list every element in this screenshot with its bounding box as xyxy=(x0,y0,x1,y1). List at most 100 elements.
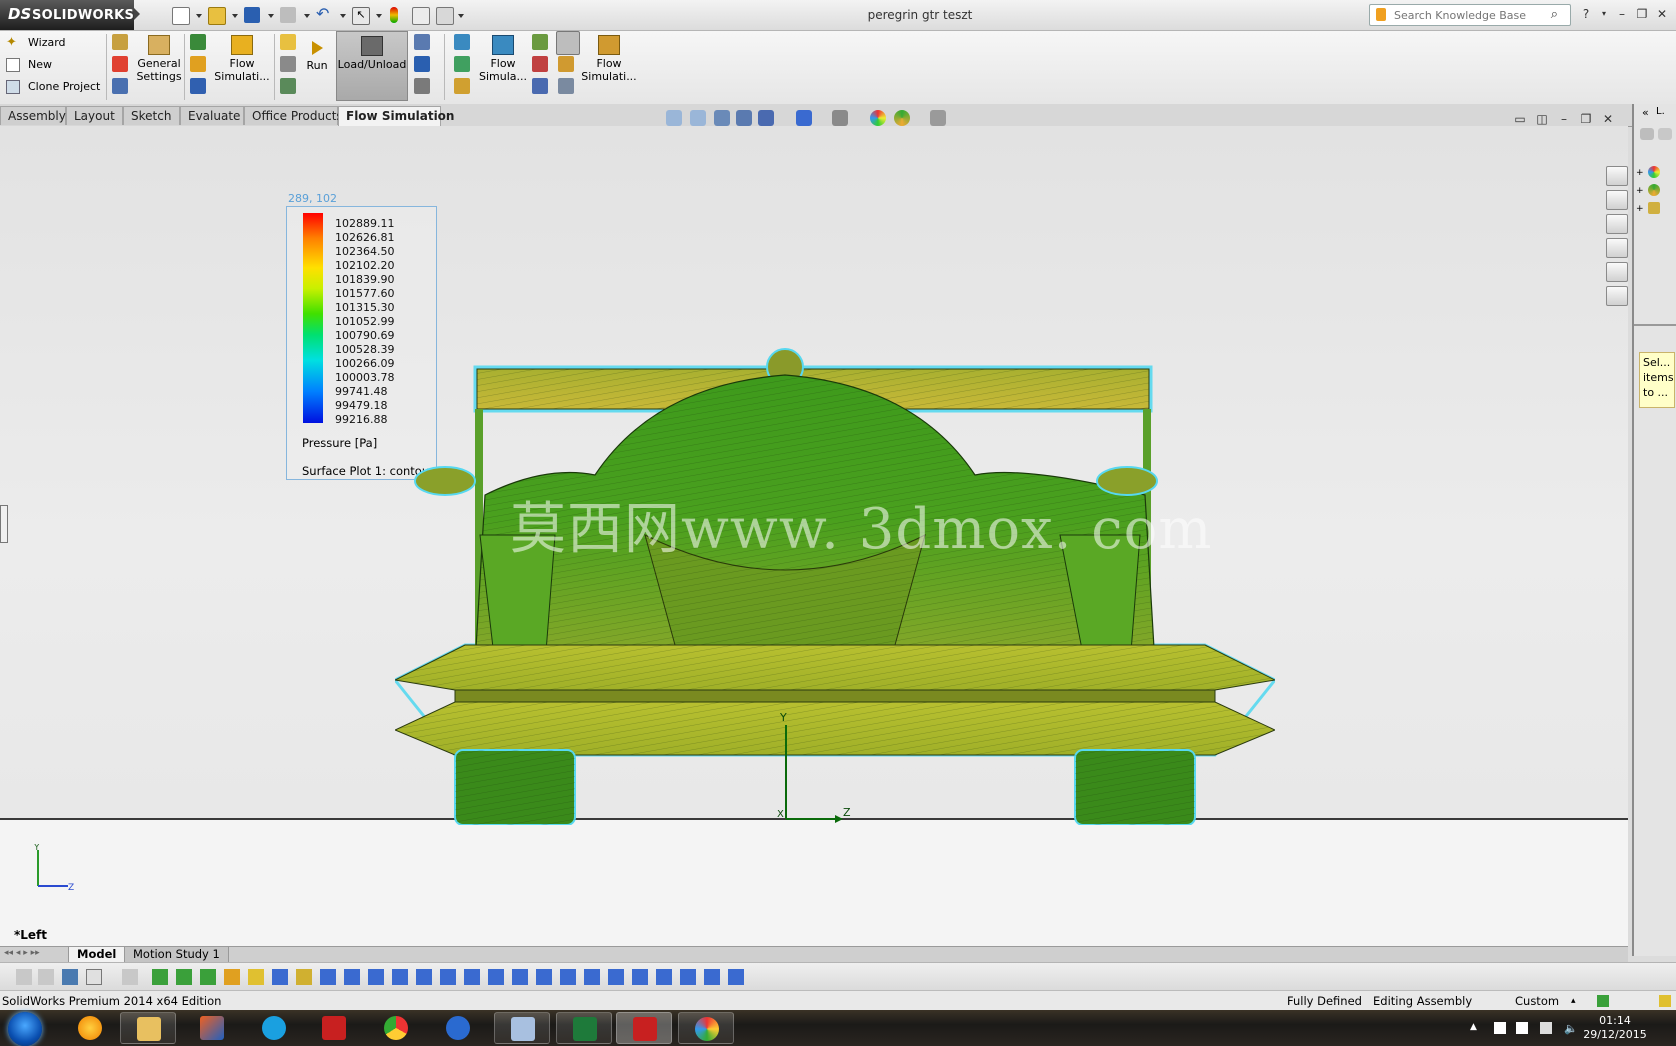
search-input[interactable] xyxy=(1392,7,1546,24)
open-dropdown-icon[interactable] xyxy=(232,14,238,18)
units-icon[interactable] xyxy=(112,56,128,72)
pane-refresh-icon[interactable] xyxy=(1640,128,1654,140)
filter-midpoints-icon[interactable] xyxy=(656,969,672,985)
filter-planes-icon[interactable] xyxy=(296,969,312,985)
appearance-icon[interactable] xyxy=(870,110,886,126)
clone-project-button[interactable]: Clone Project xyxy=(6,77,106,97)
filter-vertices-icon[interactable] xyxy=(152,969,168,985)
custom-properties-icon[interactable] xyxy=(1606,286,1628,306)
knowledge-base-search[interactable]: ⌕ xyxy=(1369,4,1571,26)
results-options-icon[interactable] xyxy=(414,78,430,94)
pane-folder-icon[interactable] xyxy=(1658,128,1672,140)
tab-motion-study[interactable]: Motion Study 1 xyxy=(124,947,229,963)
flow-simulation-results-button[interactable]: Flow Simula... xyxy=(476,31,530,83)
taskbar-app-thunderbird[interactable] xyxy=(430,1012,486,1044)
previous-view-icon[interactable] xyxy=(714,110,730,126)
particle-study-icon[interactable] xyxy=(532,56,548,72)
rebuild-traffic-light-icon[interactable] xyxy=(390,7,398,23)
tray-volume-icon[interactable]: 🔈 xyxy=(1564,1022,1578,1035)
load-unload-button[interactable]: Load/Unload xyxy=(336,31,408,101)
new-dropdown-icon[interactable] xyxy=(196,14,202,18)
doc-minimize-icon[interactable]: – xyxy=(1556,112,1572,126)
select-other-icon[interactable] xyxy=(122,969,138,985)
options-icon[interactable] xyxy=(436,7,454,25)
filter-hole-icon[interactable] xyxy=(608,969,624,985)
new-document-icon[interactable] xyxy=(172,7,190,25)
filter-datums-icon[interactable] xyxy=(440,969,456,985)
taskbar-app-solidworks-active[interactable] xyxy=(616,1012,672,1044)
filter-cosmetic-icon[interactable] xyxy=(536,969,552,985)
view-orientation-icon[interactable] xyxy=(796,110,812,126)
file-explorer-icon[interactable] xyxy=(1606,214,1628,234)
zoom-to-fit-icon[interactable] xyxy=(666,110,682,126)
scene-icon[interactable] xyxy=(894,110,910,126)
fluid-subdomain-icon[interactable] xyxy=(190,78,206,94)
home-icon[interactable] xyxy=(1606,166,1628,186)
filter-axes-icon[interactable] xyxy=(272,969,288,985)
taskbar-app-paint[interactable] xyxy=(678,1012,734,1044)
batch-run-icon[interactable] xyxy=(280,56,296,72)
doc-close-icon[interactable]: ✕ xyxy=(1600,112,1616,126)
viewport-single-icon[interactable]: ▭ xyxy=(1512,112,1528,126)
taskbar-app-chrome[interactable] xyxy=(368,1012,424,1044)
save-icon[interactable] xyxy=(244,7,260,23)
general-settings-small-icon[interactable] xyxy=(112,34,128,50)
open-folder-icon[interactable] xyxy=(208,7,226,25)
tab-assembly[interactable]: Assembly xyxy=(0,106,66,125)
filter-edges-icon[interactable] xyxy=(176,969,192,985)
menu-expand-icon[interactable] xyxy=(134,8,140,20)
solidworks-logo[interactable]: DS SOLIDWORKS xyxy=(0,0,134,30)
filter-balloons-icon[interactable] xyxy=(416,969,432,985)
filter-centers-icon[interactable] xyxy=(680,969,696,985)
decal-node-icon[interactable] xyxy=(1648,202,1660,214)
view-settings-icon[interactable] xyxy=(930,110,946,126)
minimize-window-icon[interactable]: – xyxy=(1614,7,1630,21)
run-button[interactable]: Run xyxy=(300,31,334,72)
taskbar-app-calculator[interactable] xyxy=(494,1012,550,1044)
goals-icon[interactable] xyxy=(112,78,128,94)
cut-plot-icon[interactable] xyxy=(454,34,470,50)
filter-blocks-icon[interactable] xyxy=(512,969,528,985)
select-tool-icon[interactable] xyxy=(86,969,102,985)
surface-plot-icon[interactable] xyxy=(454,56,470,72)
tab-layout[interactable]: Layout xyxy=(66,106,123,125)
filter-connection-icon[interactable] xyxy=(584,969,600,985)
xy-plot-icon[interactable] xyxy=(532,34,548,50)
new-project-button[interactable]: New xyxy=(6,55,106,75)
view-palette-icon[interactable] xyxy=(1606,238,1628,258)
appearances-icon[interactable] xyxy=(1606,262,1628,282)
section-view-icon[interactable] xyxy=(736,110,752,126)
report-icon[interactable] xyxy=(532,78,548,94)
expand-icon[interactable]: + xyxy=(1636,204,1644,214)
taskbar-app-weather[interactable] xyxy=(62,1012,118,1044)
filter-surfaces-icon[interactable] xyxy=(224,969,240,985)
results-picture-icon[interactable] xyxy=(414,34,430,50)
monitor-icon[interactable] xyxy=(280,78,296,94)
restore-window-icon[interactable]: ❐ xyxy=(1634,7,1650,21)
create-mesh-icon[interactable] xyxy=(280,34,296,50)
filter-mates-icon[interactable] xyxy=(704,969,720,985)
tab-model[interactable]: Model xyxy=(68,947,126,963)
zoom-to-area-icon[interactable] xyxy=(690,110,706,126)
filter-routing-icon[interactable] xyxy=(560,969,576,985)
filter-notes-icon[interactable] xyxy=(392,969,408,985)
filter-points-icon[interactable] xyxy=(320,969,336,985)
help-icon[interactable]: ? xyxy=(1578,7,1594,21)
taskbar-clock[interactable]: 01:14 29/12/2015 xyxy=(1580,1014,1650,1042)
car-model-surface-plot[interactable]: Y Z X xyxy=(395,345,1275,825)
windows-start-icon[interactable] xyxy=(8,1012,42,1046)
filter-toggle-icon[interactable] xyxy=(62,969,78,985)
doc-restore-icon[interactable]: ❐ xyxy=(1578,112,1594,126)
units-dropdown-icon[interactable]: ▴ xyxy=(1571,991,1576,1011)
save-dropdown-icon[interactable] xyxy=(268,14,274,18)
filter-faces-icon[interactable] xyxy=(200,969,216,985)
dynamic-annotation-icon[interactable] xyxy=(758,110,774,126)
taskbar-app-matlab[interactable] xyxy=(184,1012,240,1044)
lightbulb-icon[interactable] xyxy=(556,31,580,55)
tab-scroll-arrows-icon[interactable]: ◂◂ ◂ ▸ ▸▸ xyxy=(4,948,40,958)
taskbar-app-skype[interactable] xyxy=(246,1012,302,1044)
select-arrow-icon[interactable]: ↖ xyxy=(352,7,370,25)
select-dropdown-icon[interactable] xyxy=(376,14,382,18)
tab-office-products[interactable]: Office Products xyxy=(244,106,343,125)
isosurface-icon[interactable] xyxy=(454,78,470,94)
